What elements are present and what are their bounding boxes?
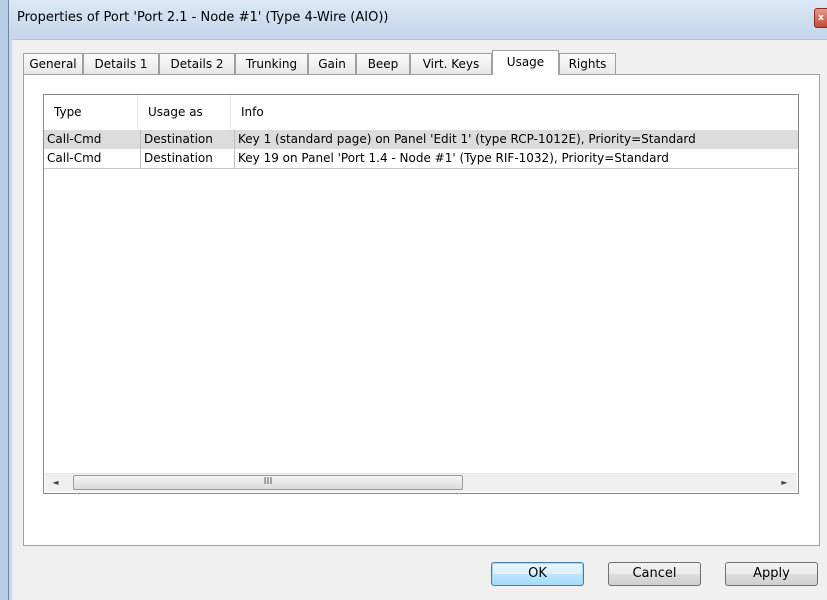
scroll-left-icon[interactable]: ◄	[47, 474, 64, 492]
ok-button[interactable]: OK	[491, 562, 584, 586]
grip-icon: III	[263, 476, 273, 487]
dialog-client-area: General Details 1 Details 2 Trunking Gai…	[12, 39, 827, 600]
cell-info: Key 19 on Panel 'Port 1.4 - Node #1' (Ty…	[234, 149, 798, 168]
properties-dialog: Properties of Port 'Port 2.1 - Node #1' …	[8, 0, 827, 600]
tab-usage[interactable]: Usage	[492, 50, 559, 75]
list-item[interactable]: Call-Cmd Destination Key 1 (standard pag…	[44, 130, 798, 149]
apply-button[interactable]: Apply	[725, 562, 818, 586]
cell-info: Key 1 (standard page) on Panel 'Edit 1' …	[234, 130, 798, 149]
list-header: Type Usage as Info	[44, 95, 798, 129]
tab-virt-keys[interactable]: Virt. Keys	[410, 53, 492, 74]
cell-type: Call-Cmd	[47, 151, 102, 165]
column-header-usage-as[interactable]: Usage as	[138, 95, 231, 129]
cell-usage-as: Destination	[140, 149, 234, 168]
column-header-type[interactable]: Type	[44, 95, 138, 129]
cell-type: Call-Cmd	[47, 132, 102, 146]
window-title: Properties of Port 'Port 2.1 - Node #1' …	[17, 10, 389, 25]
tab-rights[interactable]: Rights	[559, 53, 616, 74]
usage-list[interactable]: Type Usage as Info Call-Cmd Destination …	[43, 94, 799, 494]
tab-beep[interactable]: Beep	[356, 53, 410, 74]
tab-gain[interactable]: Gain	[308, 53, 356, 74]
tab-trunking[interactable]: Trunking	[235, 53, 308, 74]
horizontal-scrollbar[interactable]: ◄ III ►	[45, 473, 797, 492]
scrollbar-thumb[interactable]: III	[73, 475, 463, 490]
column-header-info[interactable]: Info	[231, 95, 798, 129]
tab-details-1[interactable]: Details 1	[83, 53, 159, 74]
list-item[interactable]: Call-Cmd Destination Key 19 on Panel 'Po…	[44, 149, 798, 169]
scroll-right-icon[interactable]: ►	[776, 474, 793, 492]
title-bar: Properties of Port 'Port 2.1 - Node #1' …	[9, 0, 827, 38]
cell-usage-as: Destination	[140, 130, 234, 149]
close-icon: x	[818, 13, 824, 23]
cancel-button[interactable]: Cancel	[608, 562, 701, 586]
usage-tab-panel: Type Usage as Info Call-Cmd Destination …	[23, 74, 820, 546]
close-button[interactable]: x	[814, 8, 827, 28]
tab-general[interactable]: General	[23, 53, 83, 74]
tab-details-2[interactable]: Details 2	[159, 53, 235, 74]
